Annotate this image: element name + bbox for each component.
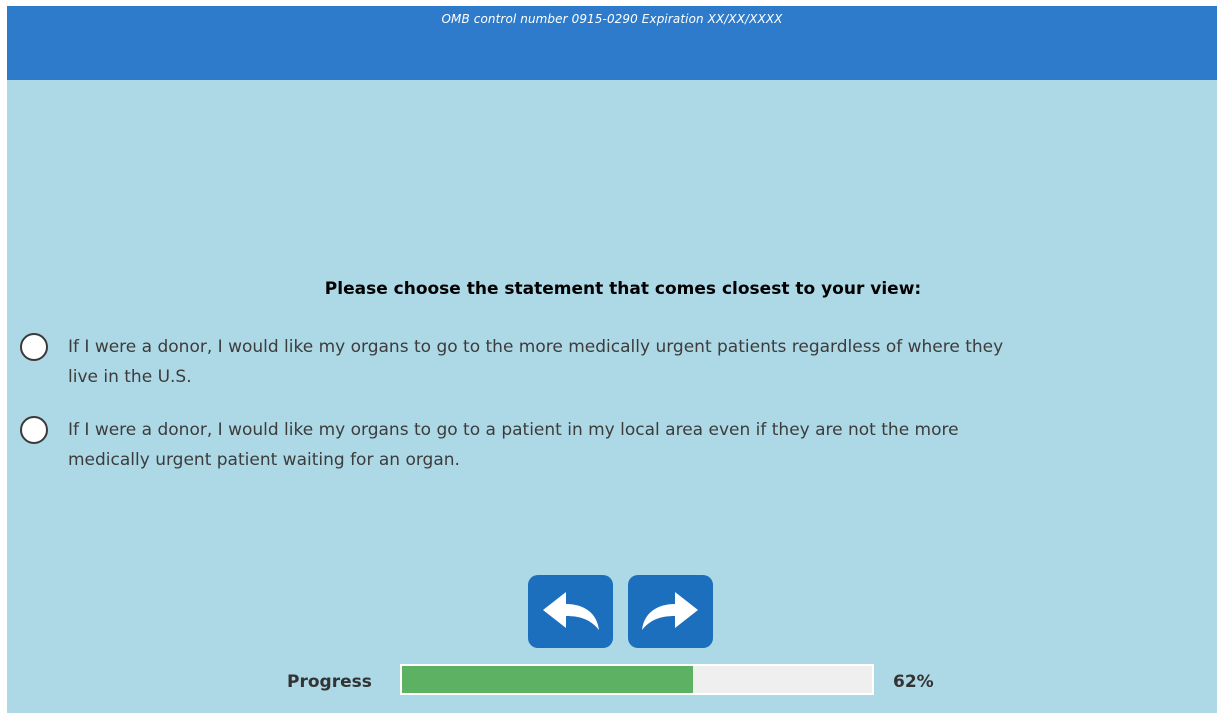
next-button[interactable] bbox=[628, 575, 713, 648]
option-most-urgent-line2: live in the U.S. bbox=[68, 367, 192, 387]
omb-control-text: OMB control number 0915-0290 Expiration … bbox=[441, 12, 783, 26]
progress-percent: 62% bbox=[893, 672, 934, 692]
option-local-area-line2: medically urgent patient waiting for an … bbox=[68, 450, 460, 470]
survey-page: OMB control number 0915-0290 Expiration … bbox=[7, 6, 1217, 713]
option-most-urgent-line1: If I were a donor, I would like my organ… bbox=[68, 337, 1004, 357]
progress-label: Progress bbox=[287, 672, 372, 692]
question-text: Please choose the statement that comes c… bbox=[324, 279, 922, 299]
back-button[interactable] bbox=[528, 575, 613, 648]
option-most-urgent-label[interactable]: If I were a donor, I would like my organ… bbox=[68, 332, 1003, 392]
forward-arrow-icon bbox=[642, 592, 698, 630]
radio-button-most-urgent[interactable] bbox=[20, 333, 48, 361]
progress-bar bbox=[400, 664, 874, 695]
radio-button-local-area[interactable] bbox=[20, 416, 48, 444]
option-local-area-label[interactable]: If I were a donor, I would like my organ… bbox=[68, 415, 959, 475]
back-arrow-icon bbox=[543, 592, 599, 630]
progress-bar-fill bbox=[402, 666, 694, 693]
header-bar: OMB control number 0915-0290 Expiration … bbox=[7, 6, 1217, 80]
option-local-area-line1: If I were a donor, I would like my organ… bbox=[68, 420, 959, 440]
